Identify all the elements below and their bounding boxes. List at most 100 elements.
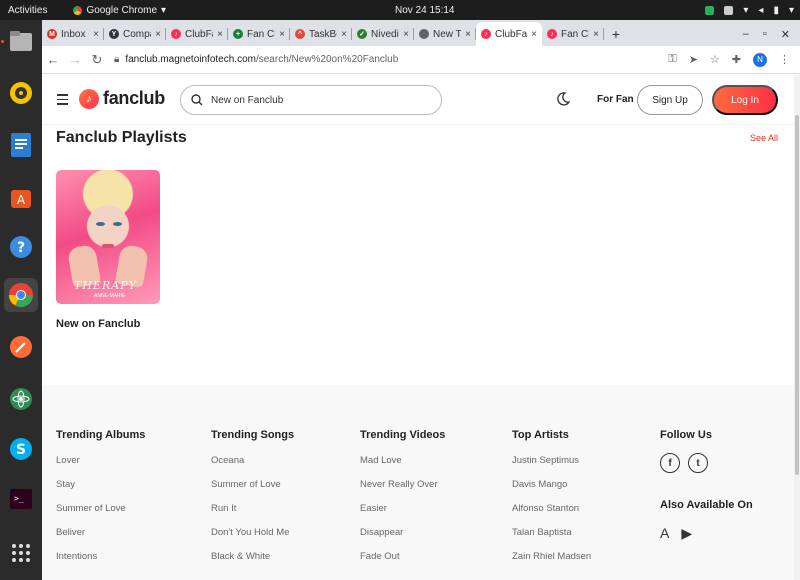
clock[interactable]: Nov 24 15:14 (395, 5, 455, 16)
playlist-card[interactable]: THERAPY ANNE-MARIE New on Fanclub (56, 170, 160, 330)
address-bar[interactable]: 🔒︎ fanclub.magnetoinfotech.com/search/Ne… (114, 54, 398, 65)
playlist-name[interactable]: New on Fanclub (56, 318, 160, 330)
network-icon[interactable] (724, 5, 734, 15)
google-play-icon[interactable]: ▶ (681, 525, 692, 542)
tab-close-icon[interactable]: × (593, 29, 599, 40)
footer-link[interactable]: Talan Baptista (512, 527, 591, 551)
footer-link[interactable]: Disappear (360, 527, 445, 551)
tab-close-icon[interactable]: × (93, 29, 99, 40)
footer-link[interactable]: Summer of Love (211, 479, 294, 503)
close-window-icon[interactable]: ✕ (781, 28, 790, 41)
footer-link[interactable]: Run It (211, 503, 294, 527)
browser-tab[interactable]: ✓ Nivedit × (352, 22, 414, 46)
footer-link[interactable]: Beliver (56, 527, 145, 551)
facebook-icon[interactable]: f (660, 453, 680, 473)
sign-up-button[interactable]: Sign Up (637, 85, 703, 115)
software-center-icon[interactable]: A (4, 180, 38, 214)
cover-artist: ANNE-MARIE (94, 293, 126, 299)
hamburger-menu-icon[interactable] (57, 94, 68, 108)
browser-tab[interactable]: Y Compa × (104, 22, 166, 46)
tab-close-icon[interactable]: × (217, 29, 223, 40)
url-host: fanclub.magnetoinfotech.com (125, 54, 256, 65)
help-icon[interactable]: ? (4, 230, 38, 264)
app-menu[interactable]: Google Chrome ▾ (73, 5, 166, 16)
browser-tab[interactable]: ♪ClubFa× (166, 22, 228, 46)
browser-tab[interactable]: ♪ Fan Clu × (542, 22, 604, 46)
footer-link[interactable]: Zain Rhiel Madsen (512, 551, 591, 575)
log-in-button[interactable]: Log In (712, 85, 778, 115)
reload-icon[interactable]: ↻ (86, 52, 108, 68)
footer-link[interactable]: Black & White (211, 551, 294, 575)
show-applications-icon[interactable] (4, 536, 38, 570)
files-icon[interactable] (4, 24, 38, 58)
tab-title: Inbox - (61, 28, 90, 40)
app-indicator-icon[interactable] (705, 5, 715, 15)
footer-link[interactable]: Never Really Over (360, 479, 445, 503)
tab-close-icon[interactable]: × (279, 29, 285, 40)
footer-link[interactable]: Intentions (56, 551, 145, 575)
power-menu-icon[interactable]: ▾ (789, 5, 794, 16)
battery-icon[interactable]: ▮ (773, 5, 779, 16)
tab-close-icon[interactable]: × (155, 29, 161, 40)
browser-tab[interactable]: ^ TaskBo × (290, 22, 352, 46)
footer-column-title: Trending Videos (360, 429, 446, 441)
browser-tab[interactable]: + Fan Clu × (228, 22, 290, 46)
search-input[interactable] (211, 94, 431, 106)
follow-us-section: Follow Us f t Also Available On A ▶ (660, 429, 753, 542)
footer-link[interactable]: Alfonso Stanton (512, 503, 591, 527)
page-scrollbar[interactable] (794, 75, 800, 580)
postman-icon[interactable] (4, 330, 38, 364)
activities-button[interactable]: Activities (8, 5, 47, 16)
skype-icon[interactable]: S (4, 432, 38, 466)
footer-link[interactable]: Summer of Love (56, 503, 145, 527)
tab-close-icon[interactable]: × (465, 29, 471, 40)
footer-link[interactable]: Mad Love (360, 455, 445, 479)
bookmark-star-icon[interactable]: ☆ (710, 53, 720, 66)
atom-icon[interactable] (4, 382, 38, 416)
footer-link[interactable]: Stay (56, 479, 145, 503)
send-icon[interactable]: ➤ (689, 53, 698, 66)
for-fan-link[interactable]: For Fan (597, 94, 634, 105)
footer-link[interactable]: Don't You Hold Me (211, 527, 294, 551)
tab-close-icon[interactable]: × (403, 29, 409, 40)
back-icon[interactable]: ← (42, 52, 64, 67)
wifi-icon[interactable]: ▾ (743, 5, 748, 16)
profile-avatar[interactable]: N (753, 52, 767, 67)
dark-mode-moon-icon[interactable] (556, 92, 570, 106)
forward-icon[interactable]: → (64, 52, 86, 67)
tab-strip: MInbox -×YCompa×♪ClubFa×+Fan Clu×^TaskBo… (42, 20, 800, 46)
web-page: ♪ fanclub For Fan Sign Up Log In Fanclub… (42, 75, 794, 580)
new-tab-plus-icon[interactable]: + (604, 22, 628, 46)
browser-tab[interactable]: M Inbox - × (42, 22, 104, 46)
twitter-icon[interactable]: t (688, 453, 708, 473)
tab-close-icon[interactable]: × (531, 29, 537, 40)
extensions-icon[interactable]: ✚ (732, 53, 741, 66)
scrollbar-thumb[interactable] (795, 115, 799, 475)
footer-link[interactable]: Justin Septimus (512, 455, 591, 479)
app-store-icon[interactable]: A (660, 525, 669, 542)
volume-icon[interactable]: ◂ (758, 5, 763, 16)
chrome-dock-icon[interactable] (4, 278, 38, 312)
playlist-cover-image[interactable]: THERAPY ANNE-MARIE (56, 170, 160, 304)
tab-close-icon[interactable]: × (341, 29, 347, 40)
site-footer: Trending Albums Lover Stay Summer of Lov… (42, 385, 794, 580)
see-all-link[interactable]: See All (750, 133, 778, 143)
libreoffice-writer-icon[interactable] (4, 128, 38, 162)
search-bar[interactable] (180, 85, 442, 115)
browser-tab[interactable]: ♪ClubFa× (476, 22, 542, 46)
minimize-icon[interactable]: – (743, 28, 749, 40)
browser-tab[interactable]: New Ta × (414, 22, 476, 46)
lock-icon[interactable]: 🔒︎ (114, 54, 119, 65)
footer-link[interactable]: Davis Mango (512, 479, 591, 503)
fanclub-logo[interactable]: ♪ fanclub (79, 88, 165, 109)
footer-link[interactable]: Fade Out (360, 551, 445, 575)
system-tray[interactable]: ▾ ◂ ▮ ▾ (705, 5, 794, 16)
footer-link[interactable]: Oceana (211, 455, 294, 479)
key-icon[interactable]: ⚿ (668, 53, 676, 66)
rhythmbox-icon[interactable] (4, 76, 38, 110)
terminal-icon[interactable]: >_ (4, 482, 38, 516)
maximize-icon[interactable]: ▫ (763, 28, 767, 40)
footer-link[interactable]: Lover (56, 455, 145, 479)
menu-kebab-icon[interactable]: ⋮ (779, 53, 790, 66)
footer-link[interactable]: Easier (360, 503, 445, 527)
